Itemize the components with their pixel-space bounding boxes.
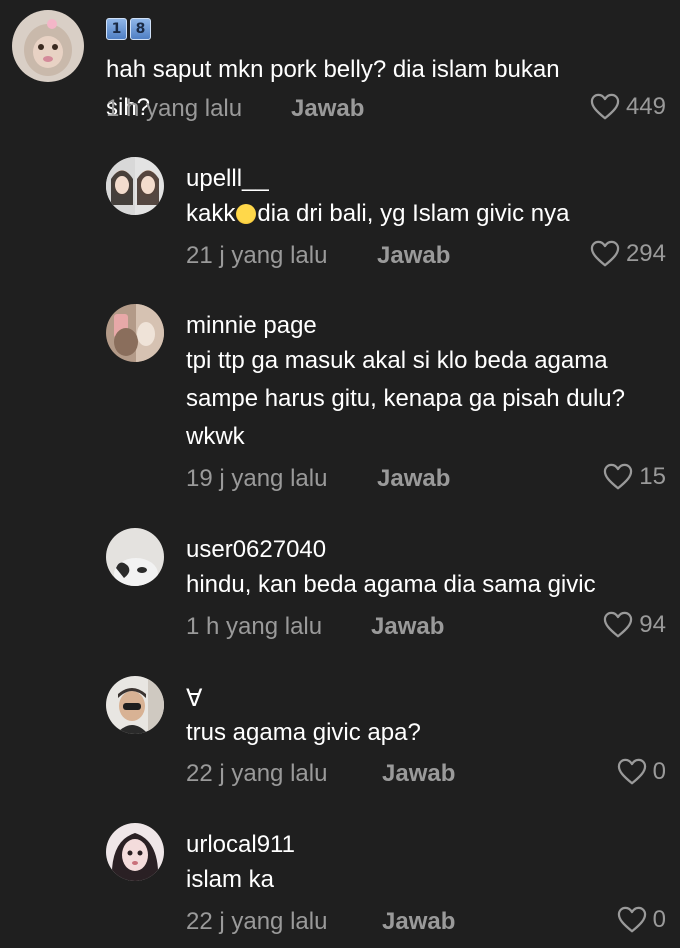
- reply-button[interactable]: Jawab: [382, 908, 455, 936]
- like-count: 94: [639, 611, 666, 638]
- like-count: 0: [652, 758, 666, 785]
- heart-icon: [604, 611, 633, 638]
- comment-time: 1 h yang lalu: [106, 95, 243, 122]
- comment-text: islam ka: [186, 866, 275, 893]
- comment-text: trus agama givic apa?: [186, 719, 421, 746]
- comment-time: 22 j yang lalu: [186, 908, 328, 935]
- like-count: 0: [652, 906, 666, 933]
- reply-button[interactable]: Jawab: [382, 760, 455, 788]
- username[interactable]: ∀: [186, 684, 202, 713]
- rank-badge: 1 8: [106, 18, 151, 40]
- monkey-avatar-icon: [12, 10, 84, 82]
- like-count: 15: [639, 463, 666, 490]
- comment-text: hindu, kan beda agama dia sama givic: [186, 571, 596, 598]
- heart-icon: [590, 240, 620, 267]
- comment-time: 22 j yang lalu: [186, 760, 328, 787]
- comment-top: 1 8 hah saput mkn pork belly? dia islam …: [0, 0, 680, 130]
- username[interactable]: user0627040: [186, 536, 326, 564]
- heart-icon: [617, 906, 646, 933]
- username[interactable]: urlocal911: [186, 831, 295, 859]
- like-button[interactable]: 94: [603, 611, 666, 639]
- comment-time: 19 j yang lalu: [186, 465, 328, 492]
- loudly-crying-face-emoji-icon: [236, 204, 257, 224]
- like-button[interactable]: 0: [617, 906, 666, 934]
- reply-button[interactable]: Jawab: [291, 95, 364, 123]
- avatar[interactable]: [106, 676, 164, 734]
- heart-icon: [617, 758, 646, 785]
- heart-icon: [604, 463, 633, 490]
- person-with-cap-avatar-icon: [106, 676, 164, 734]
- like-button[interactable]: 294: [590, 240, 666, 268]
- comment-text: kakk dia dri bali, yg Islam givic nya: [186, 200, 570, 227]
- person-avatar-icon: [106, 304, 164, 362]
- avatar[interactable]: [106, 157, 164, 215]
- username[interactable]: minnie page: [186, 312, 317, 340]
- like-button[interactable]: 449: [590, 93, 666, 121]
- avatar[interactable]: [106, 528, 164, 586]
- two-girls-avatar-icon: [106, 157, 164, 215]
- comment-text: tpi ttp ga masuk akal si klo beda agama …: [186, 347, 625, 450]
- heart-icon: [590, 93, 620, 120]
- username[interactable]: upelll__: [186, 165, 269, 193]
- reply-button[interactable]: Jawab: [377, 465, 450, 493]
- like-button[interactable]: 0: [617, 758, 666, 786]
- like-count: 449: [625, 93, 666, 120]
- reply-button[interactable]: Jawab: [371, 613, 444, 641]
- comment-time: 21 j yang lalu: [186, 242, 328, 269]
- like-count: 294: [625, 240, 666, 267]
- reply-button[interactable]: Jawab: [377, 242, 450, 270]
- comment-time: 1 h yang lalu: [186, 613, 323, 640]
- cat-avatar-icon: [106, 528, 164, 586]
- avatar[interactable]: [12, 10, 84, 82]
- like-button[interactable]: 15: [603, 463, 666, 491]
- avatar[interactable]: [106, 823, 164, 881]
- avatar[interactable]: [106, 304, 164, 362]
- girl-avatar-icon: [106, 823, 164, 881]
